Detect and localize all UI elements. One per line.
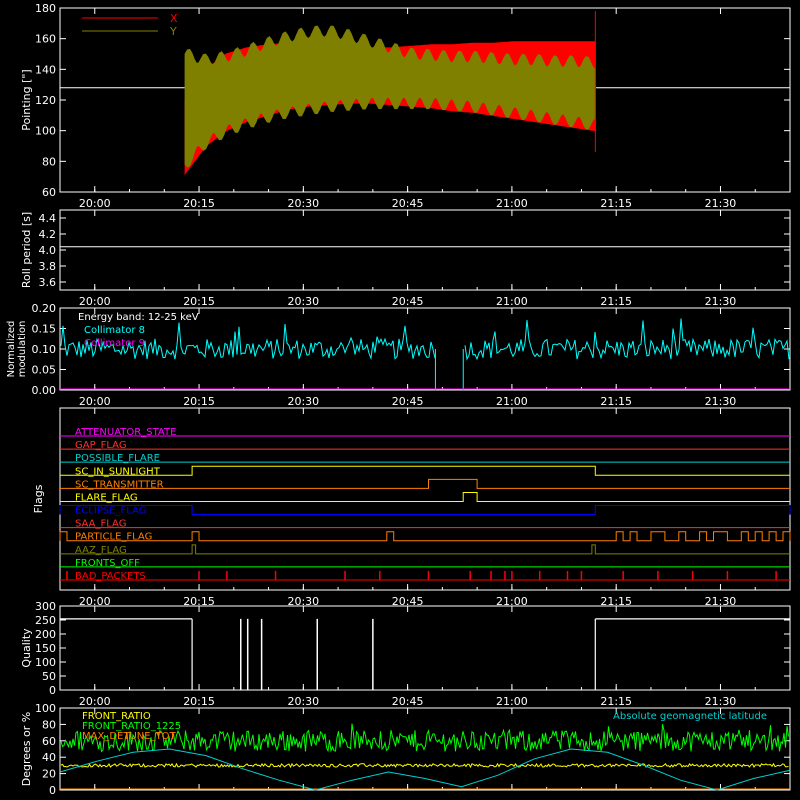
time-tick-label: 20:30: [287, 695, 319, 708]
y-tick-label: 4.0: [39, 244, 57, 257]
y-axis-label: Degrees or %: [20, 712, 33, 786]
time-tick-label: 20:00: [79, 695, 111, 708]
time-tick-label: 20:30: [287, 295, 319, 308]
legend-label: POSSIBLE_FLARE: [75, 453, 160, 464]
time-tick-label: 20:15: [183, 695, 215, 708]
y-tick-label: 40: [42, 751, 56, 764]
legend-label: GAP_FLAG: [75, 440, 127, 451]
y-tick-label: 100: [35, 125, 56, 138]
legend-label: ATTENUATOR_STATE: [75, 427, 176, 438]
y-axis-label: Flags: [32, 484, 45, 513]
time-tick-label: 20:45: [392, 695, 424, 708]
legend-label: BAD_PACKETS: [75, 571, 146, 582]
y-axis-label: Quality: [20, 628, 33, 668]
time-tick-label: 21:30: [705, 395, 737, 408]
time-tick-label: 20:30: [287, 197, 319, 210]
y-tick-label: 150: [35, 642, 56, 655]
time-tick-label: 20:30: [287, 395, 319, 408]
legend-label: AAZ_FLAG: [75, 545, 127, 556]
y-tick-label: 80: [42, 155, 56, 168]
y-tick-label: 0: [49, 684, 56, 697]
y-tick-label: 0.10: [32, 343, 57, 356]
legend-label: X: [170, 12, 178, 25]
time-tick-label: 21:00: [496, 395, 528, 408]
legend-label: FLARE_FLAG: [75, 492, 138, 503]
y-tick-label: 4.4: [39, 212, 57, 225]
y-tick-label: 0.15: [32, 323, 57, 336]
legend-label: PARTICLE_FLAG: [75, 532, 152, 543]
y-tick-label: 100: [35, 702, 56, 715]
legend-label: Y: [169, 25, 177, 38]
time-tick-label: 20:45: [392, 395, 424, 408]
y-tick-label: 60: [42, 735, 56, 748]
y-axis-label: Roll period [s]: [20, 212, 33, 288]
time-tick-label: 21:30: [705, 695, 737, 708]
y-tick-label: 200: [35, 628, 56, 641]
y-tick-label: 300: [35, 600, 56, 613]
y-axis-label: modulation: [17, 321, 28, 378]
y-tick-label: 0.05: [32, 364, 57, 377]
time-tick-label: 20:00: [79, 395, 111, 408]
time-tick-label: 21:15: [600, 695, 632, 708]
y-tick-label: 80: [42, 718, 56, 731]
y-tick-label: 60: [42, 186, 56, 199]
y-tick-label: 3.8: [39, 260, 57, 273]
legend-label: Energy band: 12-25 keV: [78, 312, 199, 323]
legend-label: SC_IN_SUNLIGHT: [75, 466, 161, 477]
legend-label: Collimator 9: [84, 338, 145, 349]
y-tick-label: 50: [42, 670, 56, 683]
y-tick-label: 160: [35, 33, 56, 46]
y-tick-label: 250: [35, 614, 56, 627]
time-tick-label: 20:15: [183, 395, 215, 408]
y-axis-label: Pointing ["]: [20, 69, 33, 130]
time-tick-label: 21:30: [705, 295, 737, 308]
y-tick-label: 180: [35, 2, 56, 15]
y-tick-label: 20: [42, 768, 56, 781]
legend-label: SC_TRANSMITTER: [75, 479, 164, 490]
time-tick-label: 21:00: [496, 295, 528, 308]
y-tick-label: 4.2: [39, 228, 57, 241]
y-tick-label: 140: [35, 63, 56, 76]
y-tick-label: 120: [35, 94, 56, 107]
figure: 20:00 20:15 20:30 20:45 21:00 21:15 21:30 60 80 1…: [0, 0, 800, 800]
time-tick-label: 20:15: [183, 295, 215, 308]
time-tick-label: 21:15: [600, 395, 632, 408]
time-tick-label: 20:00: [79, 295, 111, 308]
y-tick-label: 0.20: [32, 302, 57, 315]
legend-label: FRONTS_OFF: [75, 558, 140, 569]
time-tick-label: 20:45: [392, 295, 424, 308]
y-tick-label: 0.00: [32, 384, 57, 397]
time-tick-label: 20:45: [392, 197, 424, 210]
time-tick-label: 21:00: [496, 695, 528, 708]
y-tick-label: 3.6: [39, 276, 57, 289]
time-tick-label: 21:00: [496, 197, 528, 210]
time-tick-label: 21:30: [705, 197, 737, 210]
time-tick-label: 21:15: [600, 197, 632, 210]
y-tick-label: 100: [35, 656, 56, 669]
legend-label: SAA_FLAG: [75, 519, 126, 530]
y-axis-label: Normalized: [6, 321, 17, 378]
legend-label: ECLIPSE_FLAG: [75, 506, 146, 517]
time-tick-label: 20:00: [79, 197, 111, 210]
legend-label: Absolute geomagnetic latitude: [613, 711, 767, 722]
legend-label: MAX_DETUNE_TOT: [82, 731, 177, 742]
time-tick-label: 21:15: [600, 295, 632, 308]
y-tick-label: 0: [49, 784, 56, 797]
legend-label: Collimator 8: [84, 325, 145, 336]
time-tick-label: 20:15: [183, 197, 215, 210]
